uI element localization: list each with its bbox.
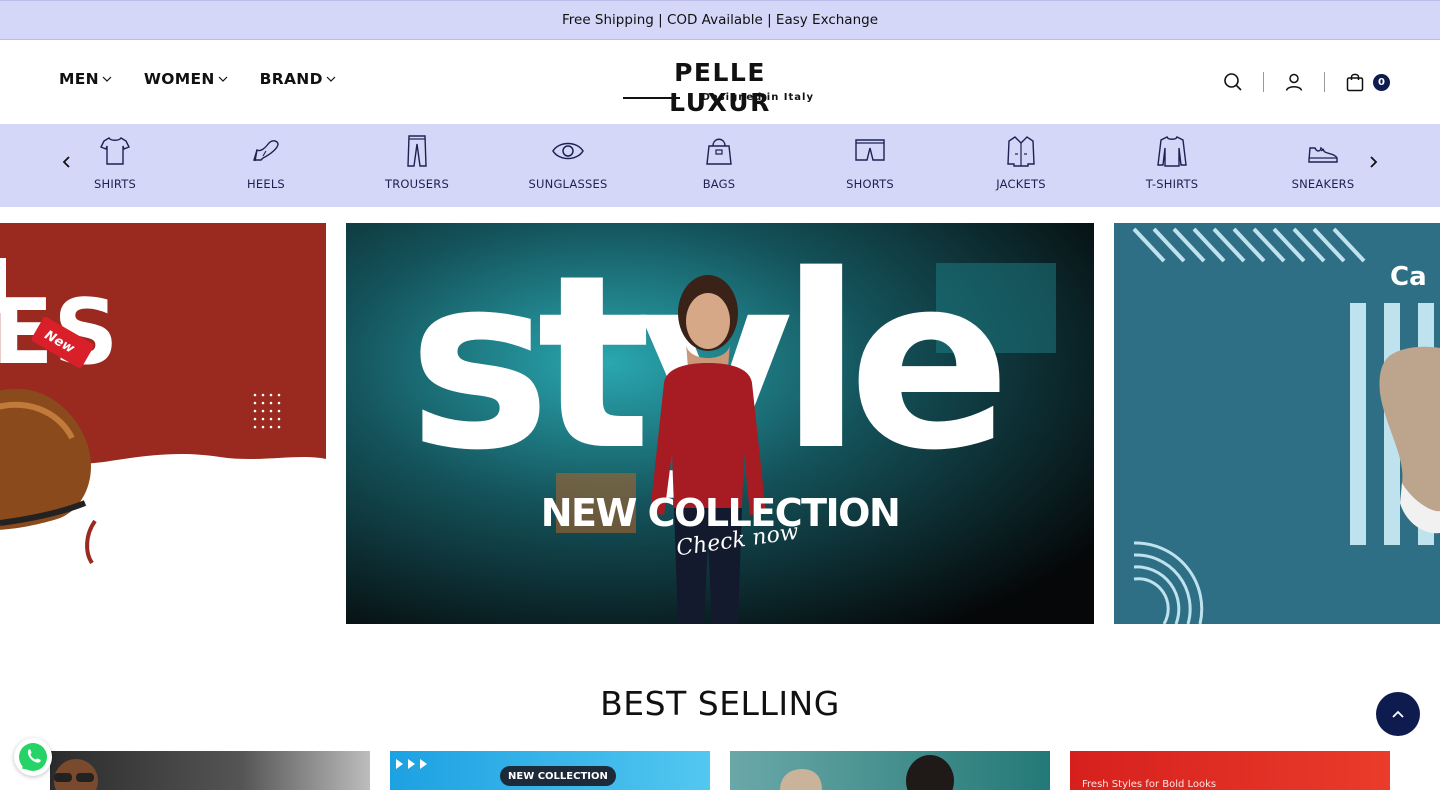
banner-title: NEW COLLECTION bbox=[540, 491, 901, 535]
category-jackets[interactable]: JACKETS bbox=[946, 134, 1096, 191]
category-trousers[interactable]: TROUSERS bbox=[342, 134, 492, 191]
model-figure bbox=[650, 275, 766, 624]
heel-icon bbox=[253, 140, 279, 162]
category-label: T-SHIRTS bbox=[1145, 177, 1199, 191]
category-label: HEELS bbox=[247, 177, 285, 191]
chevron-down-icon bbox=[218, 76, 228, 82]
category-list: SHIRTS HEELS TROUSERS SUNGLASSES BAGS SH… bbox=[40, 124, 1400, 207]
cart-count-badge: 0 bbox=[1373, 73, 1390, 91]
search-button[interactable] bbox=[1221, 70, 1245, 94]
sneaker-icon bbox=[1308, 146, 1338, 163]
user-icon bbox=[1285, 73, 1303, 91]
category-bar: SHIRTS HEELS TROUSERS SUNGLASSES BAGS SH… bbox=[0, 124, 1440, 207]
eye-icon bbox=[552, 142, 584, 160]
cart-button[interactable]: 0 bbox=[1343, 70, 1390, 94]
shopping-bag-icon bbox=[1346, 73, 1364, 92]
category-tshirts[interactable]: T-SHIRTS bbox=[1097, 134, 1247, 191]
product-card[interactable] bbox=[730, 751, 1050, 790]
category-next-button[interactable] bbox=[1363, 152, 1383, 172]
best-selling-title: BEST SELLING bbox=[600, 684, 840, 723]
nav-women[interactable]: WOMEN bbox=[144, 70, 228, 88]
nav-brand-label: BRAND bbox=[259, 70, 323, 88]
banner-left[interactable]: ES New bbox=[0, 223, 326, 624]
category-label: TROUSERS bbox=[385, 177, 449, 191]
product-grid: NEW COLLECTION Fresh Styles for Bold Loo… bbox=[50, 751, 1390, 790]
category-bags[interactable]: BAGS bbox=[644, 134, 794, 191]
scroll-to-top-button[interactable] bbox=[1376, 692, 1420, 736]
category-label: SNEAKERS bbox=[1291, 177, 1355, 191]
hero-carousel: ES New bbox=[0, 223, 1440, 624]
product-image bbox=[780, 755, 954, 790]
category-shorts[interactable]: SHORTS bbox=[795, 134, 945, 191]
shorts-icon bbox=[855, 139, 885, 161]
account-button[interactable] bbox=[1282, 70, 1306, 94]
search-icon bbox=[1224, 73, 1242, 91]
trousers-icon bbox=[407, 135, 427, 167]
banner-right-art: Ca bbox=[1132, 227, 1440, 624]
banner-right[interactable]: Ca bbox=[1114, 223, 1440, 624]
nav-men-label: MEN bbox=[59, 70, 99, 88]
cart-icon-wrap bbox=[1343, 70, 1367, 94]
product-card[interactable]: Fresh Styles for Bold Looks bbox=[1070, 751, 1390, 790]
logo-rule bbox=[623, 97, 680, 99]
chevron-up-icon bbox=[1392, 710, 1404, 718]
category-label: JACKETS bbox=[996, 177, 1046, 191]
header-divider bbox=[1263, 72, 1264, 92]
nav-women-label: WOMEN bbox=[143, 70, 215, 88]
product-image bbox=[54, 759, 98, 790]
header-actions: 0 bbox=[1221, 70, 1390, 94]
banner-right-text: Ca bbox=[1390, 262, 1427, 292]
bag-icon bbox=[706, 138, 732, 165]
jacket-icon bbox=[1007, 136, 1035, 167]
card-caption: Fresh Styles for Bold Looks bbox=[1082, 779, 1217, 790]
header-divider bbox=[1324, 72, 1325, 92]
nav-men[interactable]: MEN bbox=[59, 70, 112, 88]
logo-tagline-row: Designed in Italy bbox=[620, 90, 820, 104]
banner-center[interactable]: style NEW COLLECTION Check now bbox=[346, 223, 1094, 624]
category-sunglasses[interactable]: SUNGLASSES bbox=[493, 134, 643, 191]
product-card[interactable]: NEW COLLECTION bbox=[390, 751, 710, 790]
tshirt-icon bbox=[1157, 136, 1187, 167]
chevron-right-icon bbox=[1370, 156, 1378, 168]
chevron-down-icon bbox=[102, 76, 112, 82]
announcement-bar: Free Shipping | COD Available | Easy Exc… bbox=[0, 0, 1440, 40]
category-label: BAGS bbox=[702, 177, 736, 191]
nav-brand[interactable]: BRAND bbox=[260, 70, 336, 88]
category-label: SUNGLASSES bbox=[528, 177, 608, 191]
shirt-icon bbox=[100, 137, 130, 165]
whatsapp-button[interactable] bbox=[14, 738, 52, 776]
logo-title: PELLE LUXUR bbox=[669, 58, 771, 117]
product-card[interactable] bbox=[50, 751, 370, 790]
announcement-text: Free Shipping | COD Available | Easy Exc… bbox=[561, 12, 879, 28]
category-heels[interactable]: HEELS bbox=[191, 134, 341, 191]
main-nav: MEN WOMEN BRAND bbox=[59, 70, 336, 88]
category-label: SHORTS bbox=[846, 177, 894, 191]
site-header: MEN WOMEN BRAND PELLE LUXUR Designed in … bbox=[0, 40, 1440, 124]
category-label: SHIRTS bbox=[93, 177, 137, 191]
category-shirts[interactable]: SHIRTS bbox=[40, 134, 190, 191]
banner-left-art: ES New bbox=[0, 258, 326, 624]
new-collection-badge: NEW COLLECTION bbox=[500, 766, 616, 786]
site-logo[interactable]: PELLE LUXUR Designed in Italy bbox=[620, 58, 820, 117]
whatsapp-icon bbox=[19, 743, 47, 771]
logo-tagline: Designed in Italy bbox=[701, 91, 814, 103]
chevron-down-icon bbox=[326, 76, 336, 82]
